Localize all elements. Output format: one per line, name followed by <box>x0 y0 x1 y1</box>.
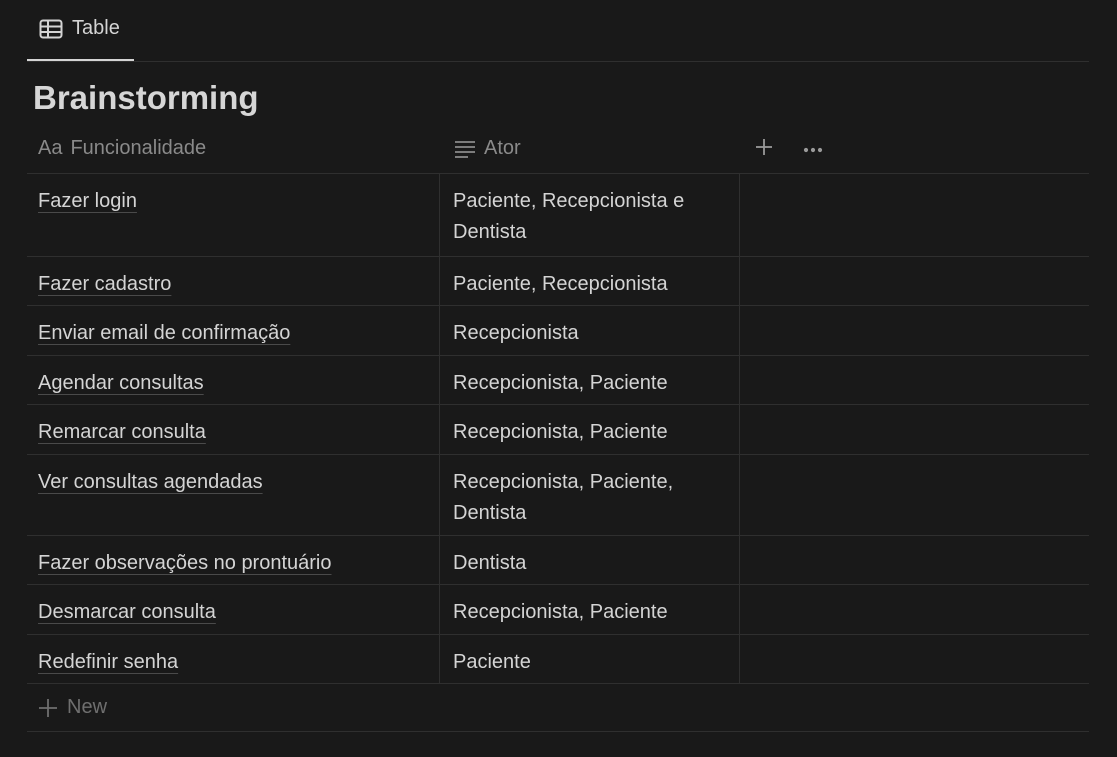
cell-funcionalidade[interactable]: Fazer cadastro <box>27 257 440 305</box>
cell-ator[interactable]: Dentista <box>440 536 740 584</box>
cell-ator[interactable]: Paciente, Recepcionista <box>440 257 740 305</box>
table-row[interactable]: Remarcar consulta Recepcionista, Pacient… <box>27 405 1089 455</box>
table-row[interactable]: Enviar email de confirmação Recepcionist… <box>27 306 1089 356</box>
new-row-label: New <box>67 696 108 718</box>
column-header-funcionalidade[interactable]: Aa Funcionalidade <box>38 124 206 173</box>
table-row[interactable]: Ver consultas agendadas Recepcionista, P… <box>27 455 1089 536</box>
table-header: Aa Funcionalidade Ator <box>27 124 1089 174</box>
cell-funcionalidade[interactable]: Ver consultas agendadas <box>27 455 440 535</box>
cell-empty <box>740 455 1089 535</box>
row-title[interactable]: Enviar email de confirmação <box>38 322 290 344</box>
cell-ator[interactable]: Recepcionista <box>440 306 740 355</box>
row-title[interactable]: Agendar consultas <box>38 372 204 394</box>
cell-empty <box>740 174 1089 256</box>
column-header-ator[interactable]: Ator <box>454 124 521 173</box>
ellipsis-icon <box>803 140 823 158</box>
cell-empty <box>740 536 1089 584</box>
cell-ator[interactable]: Recepcionista, Paciente <box>440 405 740 454</box>
row-title[interactable]: Remarcar consulta <box>38 421 206 443</box>
row-title[interactable]: Fazer observações no prontuário <box>38 552 332 574</box>
row-title[interactable]: Desmarcar consulta <box>38 601 216 623</box>
cell-ator[interactable]: Recepcionista, Paciente <box>440 585 740 634</box>
cell-ator[interactable]: Recepcionista, Paciente <box>440 356 740 404</box>
table-icon <box>39 19 63 39</box>
page-title[interactable]: Brainstorming <box>33 78 259 118</box>
table-row[interactable]: Desmarcar consulta Recepcionista, Pacien… <box>27 585 1089 635</box>
cell-ator[interactable]: Paciente <box>440 635 740 683</box>
table-row[interactable]: Agendar consultas Recepcionista, Pacient… <box>27 356 1089 405</box>
cell-empty <box>740 405 1089 454</box>
cell-empty <box>740 356 1089 404</box>
new-row-button[interactable]: New <box>27 684 1089 732</box>
row-title[interactable]: Ver consultas agendadas <box>38 471 263 493</box>
row-title[interactable]: Redefinir senha <box>38 651 178 673</box>
cell-empty <box>740 585 1089 634</box>
row-title[interactable]: Fazer login <box>38 190 137 212</box>
plus-icon <box>38 698 58 718</box>
table-row[interactable]: Fazer cadastro Paciente, Recepcionista <box>27 257 1089 306</box>
plus-icon <box>755 138 773 161</box>
text-type-icon: Aa <box>38 137 63 159</box>
page: Table Brainstorming Aa Funcionalidade At… <box>0 0 1117 757</box>
cell-funcionalidade[interactable]: Agendar consultas <box>27 356 440 404</box>
cell-empty <box>740 635 1089 683</box>
cell-funcionalidade[interactable]: Redefinir senha <box>27 635 440 683</box>
column-header-label: Ator <box>484 137 521 159</box>
cell-funcionalidade[interactable]: Fazer login <box>27 174 440 256</box>
cell-empty <box>740 306 1089 355</box>
cell-ator[interactable]: Recepcionista, Paciente, Dentista <box>440 455 740 535</box>
table-row[interactable]: Fazer login Paciente, Recepcionista e De… <box>27 174 1089 257</box>
table-body: Fazer login Paciente, Recepcionista e De… <box>27 174 1089 732</box>
lines-icon <box>454 139 476 159</box>
column-header-label: Funcionalidade <box>70 137 207 159</box>
cell-funcionalidade[interactable]: Enviar email de confirmação <box>27 306 440 355</box>
more-options-button[interactable] <box>800 136 826 162</box>
table-row[interactable]: Redefinir senha Paciente <box>27 635 1089 684</box>
tab-table[interactable]: Table <box>27 0 134 61</box>
cell-funcionalidade[interactable]: Remarcar consulta <box>27 405 440 454</box>
cell-funcionalidade[interactable]: Desmarcar consulta <box>27 585 440 634</box>
tab-table-label: Table <box>72 17 120 39</box>
add-column-button[interactable] <box>751 136 777 162</box>
view-tab-bar: Table <box>27 0 1089 62</box>
cell-funcionalidade[interactable]: Fazer observações no prontuário <box>27 536 440 584</box>
cell-empty <box>740 257 1089 305</box>
table-row[interactable]: Fazer observações no prontuário Dentista <box>27 536 1089 585</box>
row-title[interactable]: Fazer cadastro <box>38 273 171 295</box>
cell-ator[interactable]: Paciente, Recepcionista e Dentista <box>440 174 740 256</box>
